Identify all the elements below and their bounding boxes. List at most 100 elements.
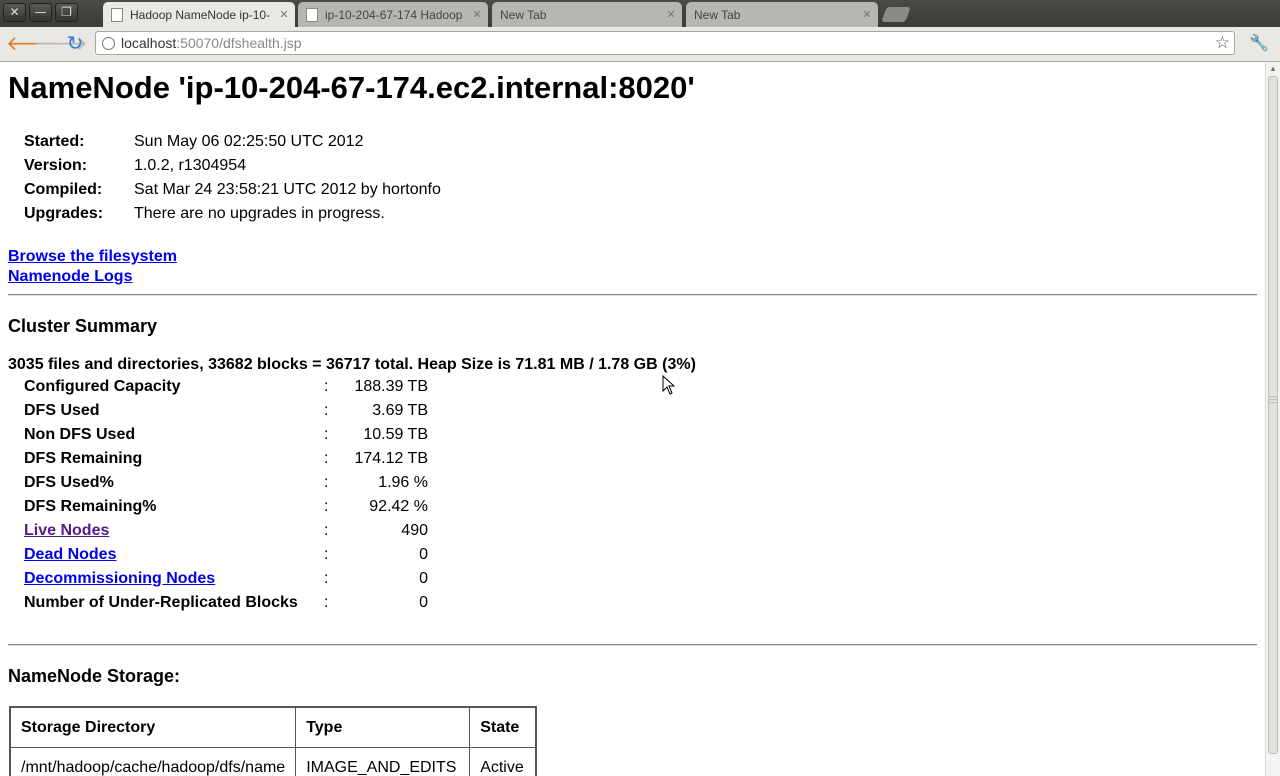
- storage-directory-cell: /mnt/hadoop/cache/hadoop/dfs/name: [9, 747, 297, 776]
- tab-title: New Tab: [500, 7, 547, 22]
- divider: [8, 644, 1257, 646]
- info-row-upgrades: Upgrades: There are no upgrades in progr…: [24, 202, 441, 226]
- tab-new-tab-2[interactable]: New Tab ✕: [686, 2, 878, 27]
- page-title: NameNode 'ip-10-204-67-174.ec2.internal:…: [8, 70, 695, 105]
- info-label: Upgrades:: [24, 205, 104, 222]
- live-nodes-link[interactable]: Live Nodes: [24, 522, 109, 539]
- storage-header-row: Storage Directory Type State: [9, 706, 537, 748]
- info-value: 1.0.2, r1304954: [134, 157, 247, 174]
- bookmark-star-icon[interactable]: ☆: [1215, 32, 1230, 54]
- stat-label-cell: Decommissioning Nodes: [24, 567, 324, 591]
- info-row-compiled: Compiled: Sat Mar 24 23:58:21 UTC 2012 b…: [24, 178, 441, 202]
- info-label: Compiled:: [24, 181, 103, 198]
- stat-value: 3.69 TB: [372, 402, 428, 419]
- globe-icon: [102, 37, 115, 50]
- cluster-summary-line: 3035 files and directories, 33682 blocks…: [8, 356, 696, 373]
- namenode-logs-link[interactable]: Namenode Logs: [8, 268, 132, 285]
- column-header: Storage Directory: [9, 706, 297, 748]
- decommissioning-nodes-link[interactable]: Decommissioning Nodes: [24, 570, 215, 587]
- stat-label-cell: Live Nodes: [24, 519, 324, 543]
- table-row: /mnt/hadoop/cache/hadoop/dfs/name IMAGE_…: [9, 747, 537, 776]
- scrollbar-thumb[interactable]: — — —: [1268, 76, 1278, 754]
- tab-close-icon[interactable]: ✕: [470, 8, 484, 21]
- stat-separator: :: [324, 522, 329, 539]
- wrench-menu-icon[interactable]: 🔧: [1248, 32, 1270, 54]
- forward-arrow-icon[interactable]: 🡒: [34, 32, 88, 54]
- browse-filesystem-link[interactable]: Browse the filesystem: [8, 248, 177, 265]
- stats-row: Dead Nodes : 0: [24, 543, 428, 567]
- stat-separator: :: [324, 594, 329, 611]
- tab-title: Hadoop NameNode ip-10-: [130, 7, 271, 22]
- vertical-scrollbar[interactable]: ▲ — — —: [1265, 62, 1280, 776]
- new-tab-button[interactable]: [881, 7, 911, 22]
- page-icon: [111, 7, 123, 22]
- stats-row: DFS Used% : 1.96 %: [24, 471, 428, 495]
- stat-value: 490: [401, 522, 428, 539]
- stat-value: 174.12 TB: [354, 450, 428, 467]
- info-row-started: Started: Sun May 06 02:25:50 UTC 2012: [24, 130, 441, 154]
- tab-close-icon[interactable]: ✕: [664, 8, 678, 21]
- stat-separator: :: [324, 450, 329, 467]
- stat-label: DFS Used%: [24, 474, 114, 491]
- stat-separator: :: [324, 378, 329, 395]
- stats-row: Decommissioning Nodes : 0: [24, 567, 428, 591]
- stat-label: Configured Capacity: [24, 378, 181, 395]
- stat-separator: :: [324, 474, 329, 491]
- namenode-storage-table: Storage Directory Type State /mnt/hadoop…: [9, 706, 538, 776]
- page-icon: [306, 7, 318, 22]
- stat-label: Non DFS Used: [24, 426, 136, 443]
- cluster-summary-heading: Cluster Summary: [8, 316, 158, 336]
- page-content: NameNode 'ip-10-204-67-174.ec2.internal:…: [8, 62, 1258, 776]
- namenode-storage-heading: NameNode Storage:: [8, 666, 181, 686]
- stats-row: Number of Under-Replicated Blocks : 0: [24, 591, 428, 615]
- window-minimize-button[interactable]: —: [29, 3, 52, 22]
- divider: [8, 294, 1257, 296]
- tab-hadoop-namenode[interactable]: Hadoop NameNode ip-10- ✕: [103, 2, 295, 27]
- stat-label: DFS Used: [24, 402, 100, 419]
- title-bar: ✕ — ❐ Hadoop NameNode ip-10- ✕ ip-10-204…: [0, 0, 1280, 27]
- column-header: Type: [295, 706, 471, 748]
- tab-title: New Tab: [694, 7, 741, 22]
- reload-icon[interactable]: ↻: [63, 32, 87, 54]
- scroll-up-arrow-icon[interactable]: ▲: [1266, 62, 1280, 75]
- namenode-links: Browse the filesystem Namenode Logs: [8, 247, 177, 287]
- info-label: Started:: [24, 133, 85, 150]
- window-close-button[interactable]: ✕: [3, 3, 26, 22]
- info-row-version: Version: 1.0.2, r1304954: [24, 154, 441, 178]
- scroll-grip-icon: — — —: [1269, 392, 1277, 407]
- url-text[interactable]: localhost:50070/dfshealth.jsp: [121, 32, 302, 54]
- stats-row: Non DFS Used : 10.59 TB: [24, 423, 428, 447]
- stat-value: 188.39 TB: [354, 378, 428, 395]
- stat-value: 92.42 %: [369, 498, 428, 515]
- stat-value: 1.96 %: [378, 474, 428, 491]
- tab-ip-hadoop[interactable]: ip-10-204-67-174 Hadoop ✕: [298, 2, 488, 27]
- info-value: There are no upgrades in progress.: [134, 205, 385, 222]
- stat-value: 10.59 TB: [363, 426, 428, 443]
- stat-value: 0: [419, 546, 428, 563]
- tab-close-icon[interactable]: ✕: [860, 8, 874, 21]
- storage-type-cell: IMAGE_AND_EDITS: [295, 747, 471, 776]
- tab-close-icon[interactable]: ✕: [277, 8, 291, 21]
- stat-label: DFS Remaining%: [24, 498, 157, 515]
- info-value: Sat Mar 24 23:58:21 UTC 2012 by hortonfo: [134, 181, 441, 198]
- dead-nodes-link[interactable]: Dead Nodes: [24, 546, 116, 563]
- stats-row: Configured Capacity : 188.39 TB: [24, 375, 428, 399]
- stats-row: Live Nodes : 490: [24, 519, 428, 543]
- stats-row: DFS Remaining : 174.12 TB: [24, 447, 428, 471]
- column-header: State: [469, 706, 537, 748]
- stats-row: DFS Used : 3.69 TB: [24, 399, 428, 423]
- stats-row: DFS Remaining% : 92.42 %: [24, 495, 428, 519]
- tab-title: ip-10-204-67-174 Hadoop: [325, 7, 463, 22]
- tab-new-tab-1[interactable]: New Tab ✕: [492, 2, 682, 27]
- window-maximize-button[interactable]: ❐: [55, 3, 78, 22]
- stat-value: 0: [419, 570, 428, 587]
- browser-toolbar: 🡐 🡒 ↻ localhost:50070/dfshealth.jsp ☆ 🔧: [0, 27, 1280, 62]
- stat-label: Number of Under-Replicated Blocks: [24, 594, 298, 611]
- stat-value: 0: [419, 594, 428, 611]
- stat-label-cell: Dead Nodes: [24, 543, 324, 567]
- stat-separator: :: [324, 426, 329, 443]
- stat-separator: :: [324, 546, 329, 563]
- back-arrow-icon[interactable]: 🡐: [6, 32, 60, 54]
- address-bar[interactable]: localhost:50070/dfshealth.jsp ☆: [95, 31, 1235, 55]
- stat-label: DFS Remaining: [24, 450, 143, 467]
